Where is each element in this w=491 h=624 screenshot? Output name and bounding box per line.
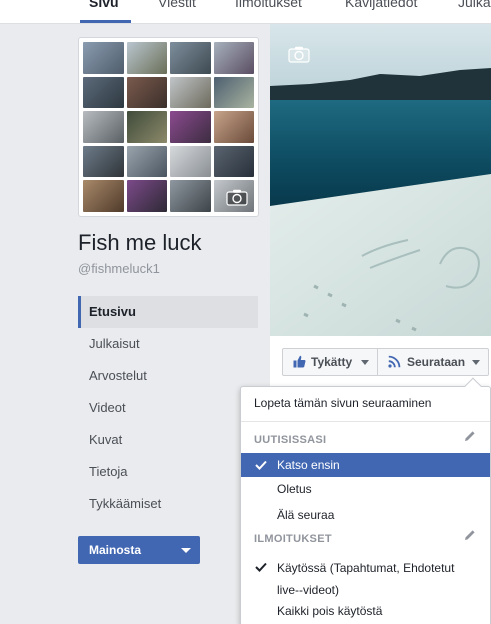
pencil-icon[interactable]: [464, 529, 476, 541]
liked-button[interactable]: Tykätty: [282, 348, 378, 376]
promote-button[interactable]: Mainosta: [78, 536, 200, 564]
tab-kavijatiedot[interactable]: Kävijätiedot: [345, 0, 417, 10]
cover-photo[interactable]: [270, 24, 491, 336]
notifications-on-label-line2: live--videot): [277, 583, 340, 597]
sidebar-item-tykkaamiset[interactable]: Tykkäämiset: [78, 488, 258, 520]
sidebar-item-arvostelut[interactable]: Arvostelut: [78, 360, 258, 392]
newsfeed-option-default[interactable]: Oletus: [241, 482, 490, 496]
rss-icon: [388, 355, 401, 368]
page-tab-bar: Sivu Viestit Ilmoitukset Kävijätiedot Ju…: [0, 0, 491, 24]
tab-sivu[interactable]: Sivu: [89, 0, 119, 10]
promote-label: Mainosta: [89, 543, 142, 557]
notifications-option-off[interactable]: Kaikki pois käytöstä: [241, 604, 490, 618]
thumbs-up-icon: [293, 355, 306, 368]
sidebar-item-tietoja[interactable]: Tietoja: [78, 456, 258, 488]
photo-collage: [83, 42, 254, 212]
newsfeed-option-see-first[interactable]: Katso ensin: [241, 453, 490, 477]
chevron-down-icon: [361, 360, 369, 365]
liked-label: Tykätty: [311, 355, 353, 369]
sidebar-item-etusivu[interactable]: Etusivu: [78, 296, 258, 328]
sidebar-item-videot[interactable]: Videot: [78, 392, 258, 424]
tab-ilmoitukset[interactable]: Ilmoitukset: [235, 0, 302, 10]
notifications-on-label-line1: Käytössä (Tapahtumat, Ehdotetut: [277, 561, 455, 575]
page-sidebar-nav: Etusivu Julkaisut Arvostelut Videot Kuva…: [78, 296, 258, 520]
see-first-label: Katso ensin: [277, 458, 340, 472]
chevron-down-icon: [472, 360, 480, 365]
tab-julkaisutyokalut[interactable]: Julka: [458, 0, 491, 10]
page-username[interactable]: @fishmeluck1: [78, 261, 160, 276]
check-icon: [255, 562, 267, 572]
page-action-bar: Tykätty Seurataan: [270, 336, 491, 388]
chevron-down-icon[interactable]: [181, 548, 191, 553]
following-label: Seurataan: [407, 355, 466, 369]
following-button[interactable]: Seurataan: [377, 348, 489, 376]
profile-picture[interactable]: [78, 37, 259, 217]
camera-icon[interactable]: [288, 46, 310, 63]
pencil-icon[interactable]: [464, 430, 476, 442]
check-icon: [255, 460, 267, 470]
newsfeed-header: UUTISISSASI: [254, 434, 327, 446]
unfollow-page-item[interactable]: Lopeta tämän sivun seuraaminen: [241, 396, 490, 410]
sidebar-item-kuvat[interactable]: Kuvat: [78, 424, 258, 456]
notifications-header: ILMOITUKSET: [254, 533, 332, 545]
camera-icon[interactable]: [226, 189, 248, 206]
active-tab-indicator: [80, 20, 131, 23]
tab-viestit[interactable]: Viestit: [158, 0, 196, 10]
notifications-option-on[interactable]: Käytössä (Tapahtumat, Ehdotetut live--vi…: [241, 557, 490, 601]
menu-divider: [241, 421, 490, 422]
sidebar-item-julkaisut[interactable]: Julkaisut: [78, 328, 258, 360]
newsfeed-option-unfollow[interactable]: Älä seuraa: [241, 508, 490, 522]
follow-settings-menu: Lopeta tämän sivun seuraaminen UUTISISSA…: [240, 377, 491, 624]
cover-image: [270, 24, 491, 336]
page-title: Fish me luck: [78, 230, 202, 255]
